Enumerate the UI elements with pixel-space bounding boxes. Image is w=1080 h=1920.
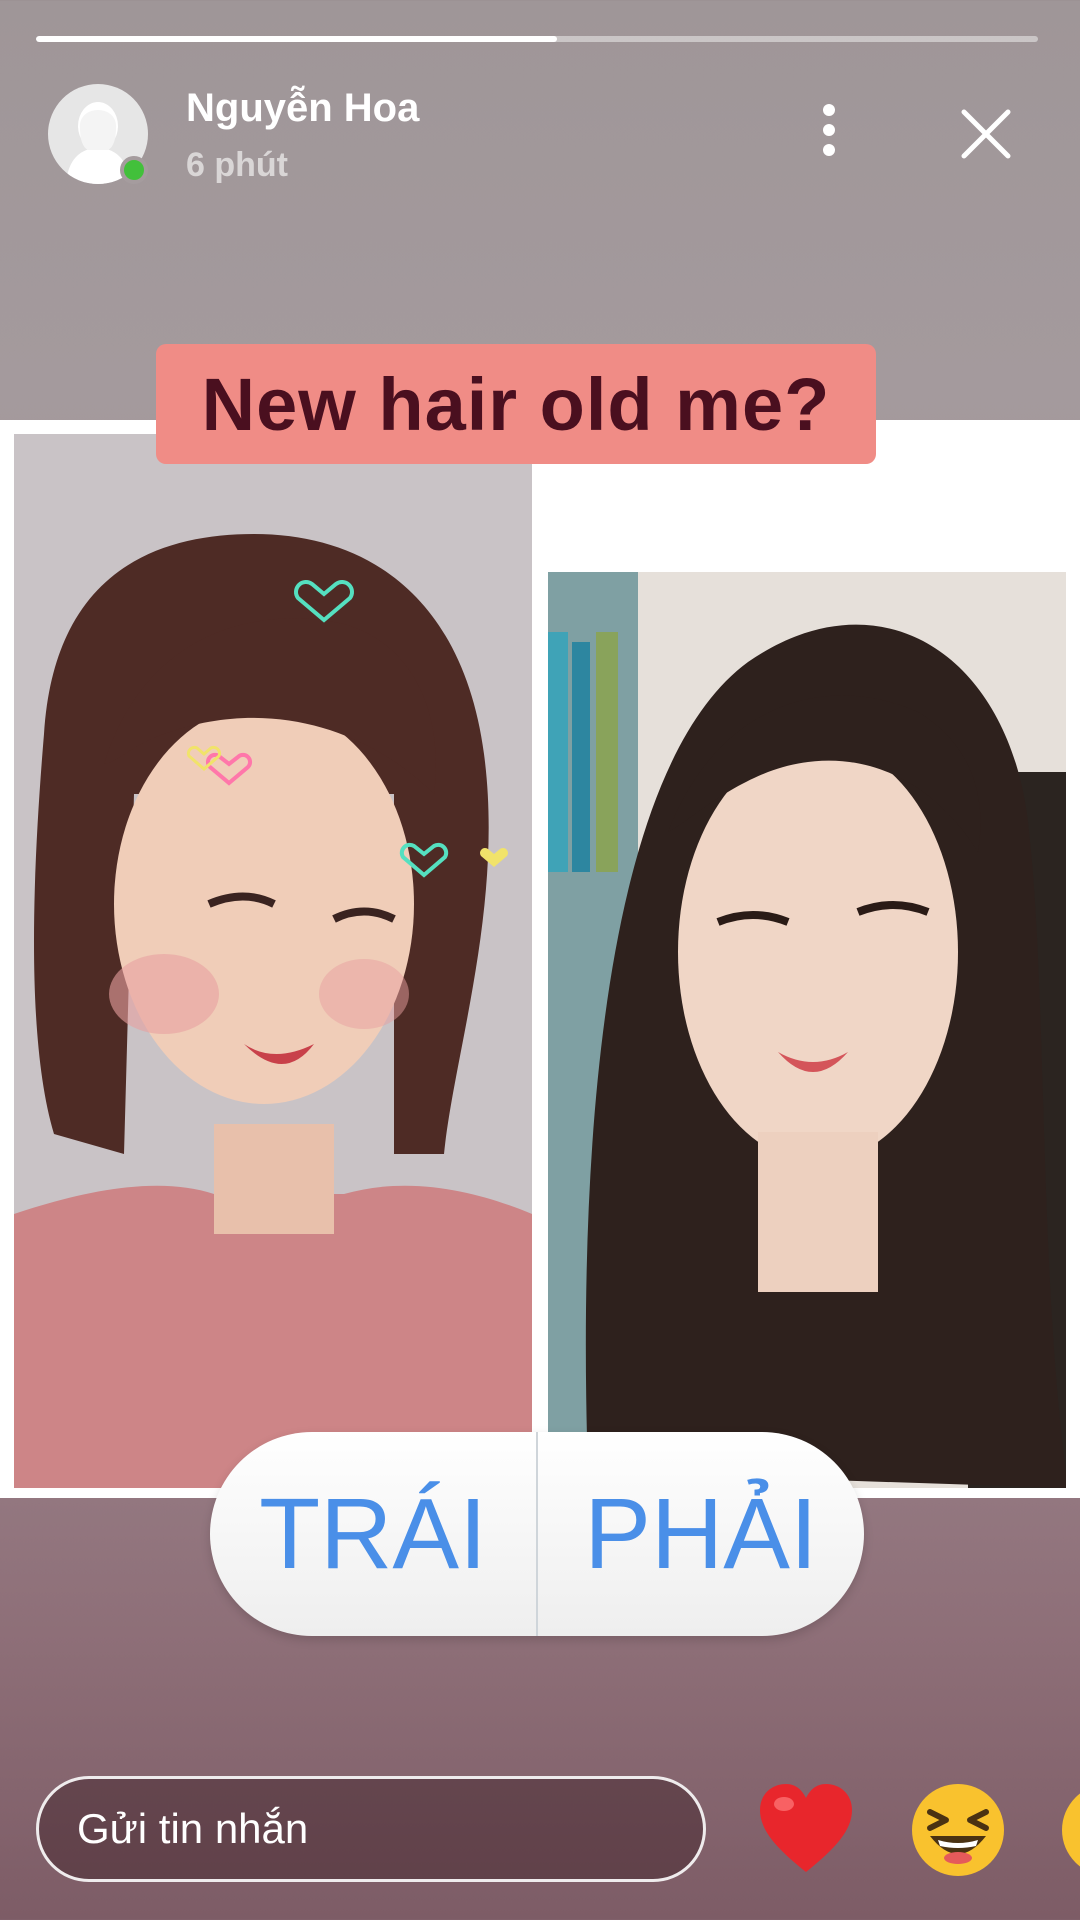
user-name[interactable]: Nguyễn Hoa bbox=[186, 86, 419, 131]
heart-emoji-icon bbox=[760, 1784, 852, 1872]
story-progress-fill bbox=[36, 36, 558, 42]
more-reaction-button[interactable] bbox=[1058, 1780, 1080, 1880]
online-status-indicator bbox=[120, 156, 148, 184]
close-icon bbox=[961, 109, 1011, 159]
post-time: 6 phút bbox=[186, 146, 288, 184]
photo-left bbox=[14, 434, 532, 1488]
laughing-emoji-icon bbox=[912, 1784, 1004, 1876]
message-input[interactable]: Gửi tin nhắn bbox=[36, 1776, 706, 1882]
close-button[interactable] bbox=[956, 104, 1016, 164]
emoji-partial-icon bbox=[1062, 1793, 1080, 1867]
story-caption: New hair old me? bbox=[156, 344, 876, 464]
heart-reaction-button[interactable] bbox=[756, 1780, 856, 1880]
laughing-reaction-button[interactable] bbox=[908, 1780, 1008, 1880]
poll-option-right[interactable]: PHẢI bbox=[538, 1432, 864, 1636]
poll-option-left[interactable]: TRÁI bbox=[210, 1432, 536, 1636]
more-vertical-icon bbox=[823, 104, 835, 156]
poll-sticker: TRÁI PHẢI bbox=[210, 1432, 864, 1636]
story-progress-bar bbox=[36, 36, 1038, 42]
more-options-button[interactable] bbox=[812, 100, 846, 160]
photo-right bbox=[548, 572, 1066, 1488]
